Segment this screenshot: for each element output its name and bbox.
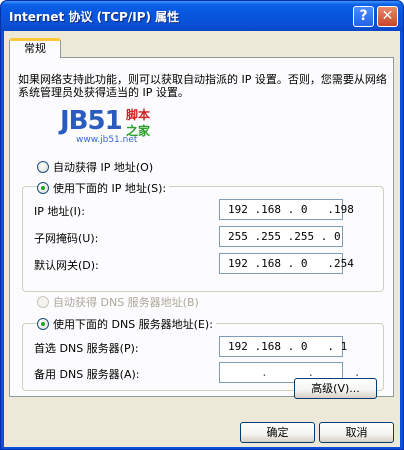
window-title: Internet 协议 (TCP/IP) 属性 bbox=[9, 10, 180, 24]
title-bar[interactable]: Internet 协议 (TCP/IP) 属性 ? ✕ bbox=[1, 1, 403, 31]
radio-auto-dns[interactable]: 自动获得 DNS 服务器地址(B) bbox=[37, 294, 199, 309]
ip-address-input[interactable]: 192 .168 . 0 .198 bbox=[219, 199, 354, 220]
alternate-dns-label: 备用 DNS 服务器(A): bbox=[34, 368, 140, 381]
preferred-dns-label: 首选 DNS 服务器(P): bbox=[34, 342, 139, 355]
radio-auto-ip[interactable]: 自动获得 IP 地址(O) bbox=[37, 159, 154, 174]
radio-manual-dns-label: 使用下面的 DNS 服务器地址(E): bbox=[53, 318, 213, 331]
watermark-logo: JB51 bbox=[60, 106, 123, 136]
ip-settings-group: IP 地址(I): 192 .168 . 0 .198 子网掩码(U): 255… bbox=[22, 186, 384, 292]
watermark-url: www.jb51.net bbox=[76, 135, 138, 145]
cancel-button[interactable]: 取消 bbox=[319, 422, 394, 443]
general-tab-panel: 如果网络支持此功能，则可以获取自动指派的 IP 设置。否则，您需要从网络系统管理… bbox=[9, 57, 394, 397]
watermark: JB51 脚本 之家 www.jb51.net bbox=[60, 106, 180, 146]
radio-auto-ip-circle[interactable] bbox=[37, 161, 49, 173]
default-gateway-input[interactable]: 192 .168 . 0 .254 bbox=[219, 253, 354, 274]
radio-auto-dns-circle[interactable] bbox=[37, 296, 49, 308]
radio-manual-ip-label: 使用下面的 IP 地址(S): bbox=[53, 182, 167, 195]
radio-auto-ip-label: 自动获得 IP 地址(O) bbox=[53, 161, 154, 174]
radio-manual-ip-circle[interactable] bbox=[37, 182, 49, 194]
advanced-button[interactable]: 高级(V)... bbox=[294, 378, 377, 399]
radio-auto-dns-label: 自动获得 DNS 服务器地址(B) bbox=[53, 296, 199, 309]
dialog-client: 常规 如果网络支持此功能，则可以获取自动指派的 IP 设置。否则，您需要从网络系… bbox=[4, 31, 400, 447]
radio-manual-dns[interactable]: 使用下面的 DNS 服务器地址(E): bbox=[37, 316, 216, 331]
tab-general[interactable]: 常规 bbox=[9, 38, 61, 58]
dialog-window: Internet 协议 (TCP/IP) 属性 ? ✕ 常规 如果网络支持此功能… bbox=[0, 0, 404, 450]
subnet-mask-label: 子网掩码(U): bbox=[34, 232, 99, 245]
watermark-text-1: 脚本 bbox=[126, 108, 151, 122]
radio-manual-ip[interactable]: 使用下面的 IP 地址(S): bbox=[37, 180, 170, 195]
description-text: 如果网络支持此功能，则可以获取自动指派的 IP 设置。否则，您需要从网络系统管理… bbox=[18, 73, 387, 99]
help-icon[interactable]: ? bbox=[353, 6, 374, 27]
subnet-mask-input[interactable]: 255 .255 .255 . 0 bbox=[219, 226, 343, 247]
ok-button[interactable]: 确定 bbox=[240, 422, 315, 443]
ip-address-label: IP 地址(I): bbox=[34, 205, 85, 218]
preferred-dns-input[interactable]: 192 .168 . 0 . 1 bbox=[219, 336, 347, 357]
radio-manual-dns-circle[interactable] bbox=[37, 318, 49, 330]
close-icon[interactable]: ✕ bbox=[377, 6, 398, 27]
default-gateway-label: 默认网关(D): bbox=[34, 259, 99, 272]
